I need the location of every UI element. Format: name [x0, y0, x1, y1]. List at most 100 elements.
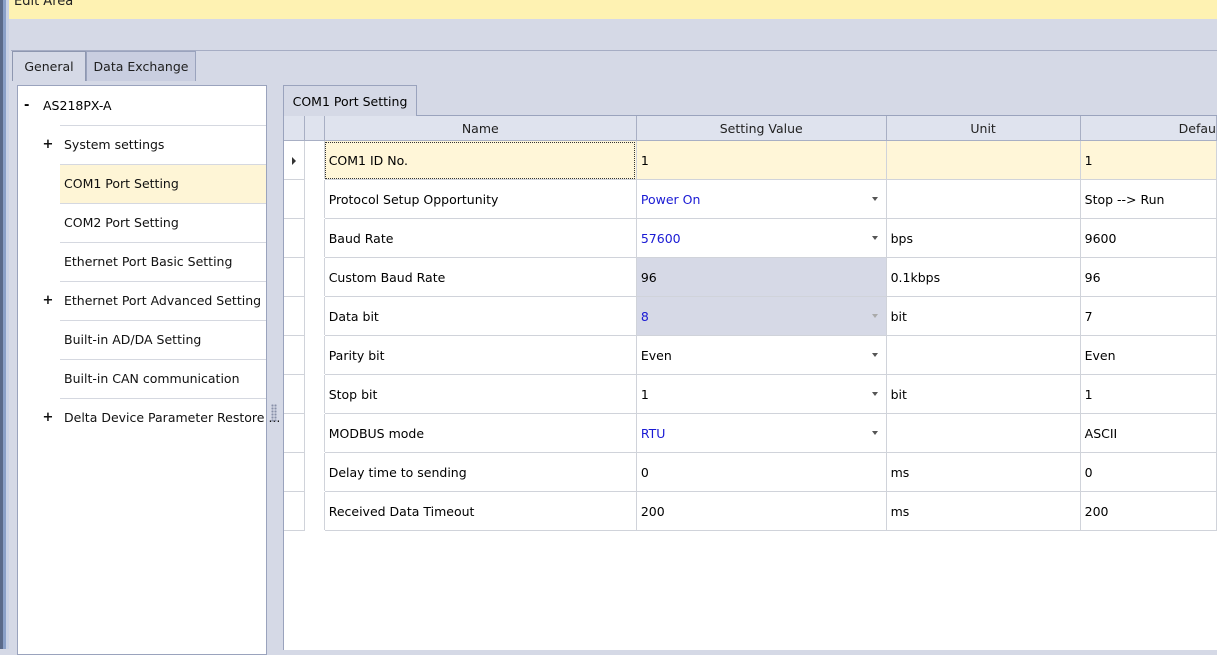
setting-unit: 0.1kbps — [886, 257, 1081, 297]
expand-icon[interactable]: + — [42, 126, 54, 164]
setting-unit — [886, 140, 1081, 180]
row-header[interactable] — [284, 296, 305, 336]
row-gap — [304, 452, 325, 492]
setting-unit: bps — [886, 218, 1081, 258]
setting-name: COM1 ID No. — [324, 140, 637, 180]
tab-general[interactable]: General — [12, 51, 86, 81]
setting-name: MODBUS mode — [324, 413, 637, 453]
setting-value-dropdown[interactable]: Even — [636, 335, 887, 375]
table-row[interactable]: Baud Rate 57600 bps 9600 — [284, 218, 1217, 258]
row-gap — [304, 218, 325, 258]
row-header[interactable] — [284, 140, 305, 180]
row-header[interactable] — [284, 491, 305, 531]
setting-default: Even — [1080, 335, 1217, 375]
current-row-arrow-icon — [291, 156, 296, 165]
setting-value-dropdown[interactable]: 1 — [636, 374, 887, 414]
dropdown-arrow-icon[interactable] — [871, 236, 878, 240]
tree-item-com2-port-setting[interactable]: COM2 Port Setting — [60, 203, 266, 242]
row-header[interactable] — [284, 218, 305, 258]
tree-item-adda-setting[interactable]: Built-in AD/DA Setting — [60, 320, 266, 359]
column-header-name[interactable]: Name — [324, 116, 637, 141]
row-gap — [304, 413, 325, 453]
column-header-default[interactable]: Defau — [1080, 116, 1217, 141]
tree-item-label: System settings — [64, 137, 165, 152]
setting-unit: ms — [886, 491, 1081, 531]
setting-value: RTU — [640, 425, 666, 441]
setting-name: Baud Rate — [324, 218, 637, 258]
tree-item-com1-port-setting[interactable]: COM1 Port Setting — [60, 164, 266, 203]
setting-value: 1 — [640, 386, 649, 402]
tab-com1-port-setting[interactable]: COM1 Port Setting — [283, 85, 417, 116]
setting-value[interactable]: 1 — [636, 140, 887, 180]
dropdown-arrow-icon[interactable] — [871, 197, 878, 201]
setting-unit — [886, 335, 1081, 375]
tree-item-label: Ethernet Port Advanced Setting — [64, 293, 262, 308]
setting-default: 1 — [1080, 374, 1217, 414]
column-header-setting-value[interactable]: Setting Value — [636, 116, 887, 141]
tree-item-label: COM1 Port Setting — [64, 176, 179, 191]
row-header[interactable] — [284, 257, 305, 297]
tree-item-system-settings[interactable]: + System settings — [43, 125, 266, 164]
dropdown-arrow-icon[interactable] — [871, 353, 878, 357]
tree-root-node[interactable]: - AS218PX-A — [18, 86, 266, 125]
expand-icon[interactable]: + — [42, 282, 54, 320]
tree-item-label: Built-in AD/DA Setting — [64, 332, 202, 347]
setting-value: Power On — [640, 191, 701, 207]
tree-item-label: Delta Device Parameter Restore ... — [64, 410, 281, 425]
table-row[interactable]: Received Data Timeout 200 ms 200 — [284, 491, 1217, 531]
tree-item-can-communication[interactable]: Built-in CAN communication — [60, 359, 266, 398]
panel-splitter-handle[interactable] — [271, 404, 277, 422]
setting-name: Data bit — [324, 296, 637, 336]
grid-header-row: Name Setting Value Unit Defau — [284, 116, 1217, 141]
setting-default: 9600 — [1080, 218, 1217, 258]
setting-name: Parity bit — [324, 335, 637, 375]
setting-unit — [886, 179, 1081, 219]
collapse-icon[interactable]: - — [24, 98, 29, 113]
setting-unit: bit — [886, 374, 1081, 414]
row-gap — [304, 257, 325, 297]
tree-item-label: COM2 Port Setting — [64, 215, 179, 230]
table-row[interactable]: Stop bit 1 bit 1 — [284, 374, 1217, 414]
toolbar-strip — [9, 19, 1217, 50]
setting-value-dropdown[interactable]: RTU — [636, 413, 887, 453]
grid-corner-gap — [304, 116, 325, 141]
tree-item-ethernet-advanced[interactable]: + Ethernet Port Advanced Setting — [43, 281, 266, 320]
row-header[interactable] — [284, 452, 305, 492]
table-row[interactable]: MODBUS mode RTU ASCII — [284, 413, 1217, 453]
setting-value-disabled: 96 — [636, 257, 887, 297]
setting-value-dropdown[interactable]: 57600 — [636, 218, 887, 258]
setting-name: Custom Baud Rate — [324, 257, 637, 297]
setting-value[interactable]: 0 — [636, 452, 887, 492]
row-header[interactable] — [284, 335, 305, 375]
grid-corner — [284, 116, 305, 141]
tree-root-label: AS218PX-A — [43, 98, 112, 113]
setting-default: 7 — [1080, 296, 1217, 336]
table-row[interactable]: Delay time to sending 0 ms 0 — [284, 452, 1217, 492]
setting-default: Stop --> Run — [1080, 179, 1217, 219]
table-row[interactable]: Data bit 8 bit 7 — [284, 296, 1217, 336]
table-row[interactable]: Parity bit Even Even — [284, 335, 1217, 375]
setting-value[interactable]: 200 — [636, 491, 887, 531]
tab-data-exchange[interactable]: Data Exchange — [86, 51, 196, 81]
setting-name: Received Data Timeout — [324, 491, 637, 531]
setting-name: Protocol Setup Opportunity — [324, 179, 637, 219]
setting-value: 8 — [640, 308, 649, 324]
table-row[interactable]: Protocol Setup Opportunity Power On Stop… — [284, 179, 1217, 219]
setting-default: 200 — [1080, 491, 1217, 531]
dropdown-arrow-icon[interactable] — [871, 392, 878, 396]
row-header[interactable] — [284, 374, 305, 414]
row-header[interactable] — [284, 413, 305, 453]
setting-default: ASCII — [1080, 413, 1217, 453]
tree-item-parameter-restore[interactable]: + Delta Device Parameter Restore ... — [43, 398, 280, 437]
setting-default: 0 — [1080, 452, 1217, 492]
column-header-unit[interactable]: Unit — [886, 116, 1081, 141]
dropdown-arrow-icon[interactable] — [871, 431, 878, 435]
setting-value-dropdown[interactable]: Power On — [636, 179, 887, 219]
tree-item-label: Built-in CAN communication — [64, 371, 240, 386]
tree-item-ethernet-basic[interactable]: Ethernet Port Basic Setting — [60, 242, 266, 281]
table-row[interactable]: COM1 ID No. 1 1 — [284, 140, 1217, 180]
window-left-edge — [0, 0, 9, 649]
table-row[interactable]: Custom Baud Rate 96 0.1kbps 96 — [284, 257, 1217, 297]
row-header[interactable] — [284, 179, 305, 219]
expand-icon[interactable]: + — [42, 399, 54, 437]
